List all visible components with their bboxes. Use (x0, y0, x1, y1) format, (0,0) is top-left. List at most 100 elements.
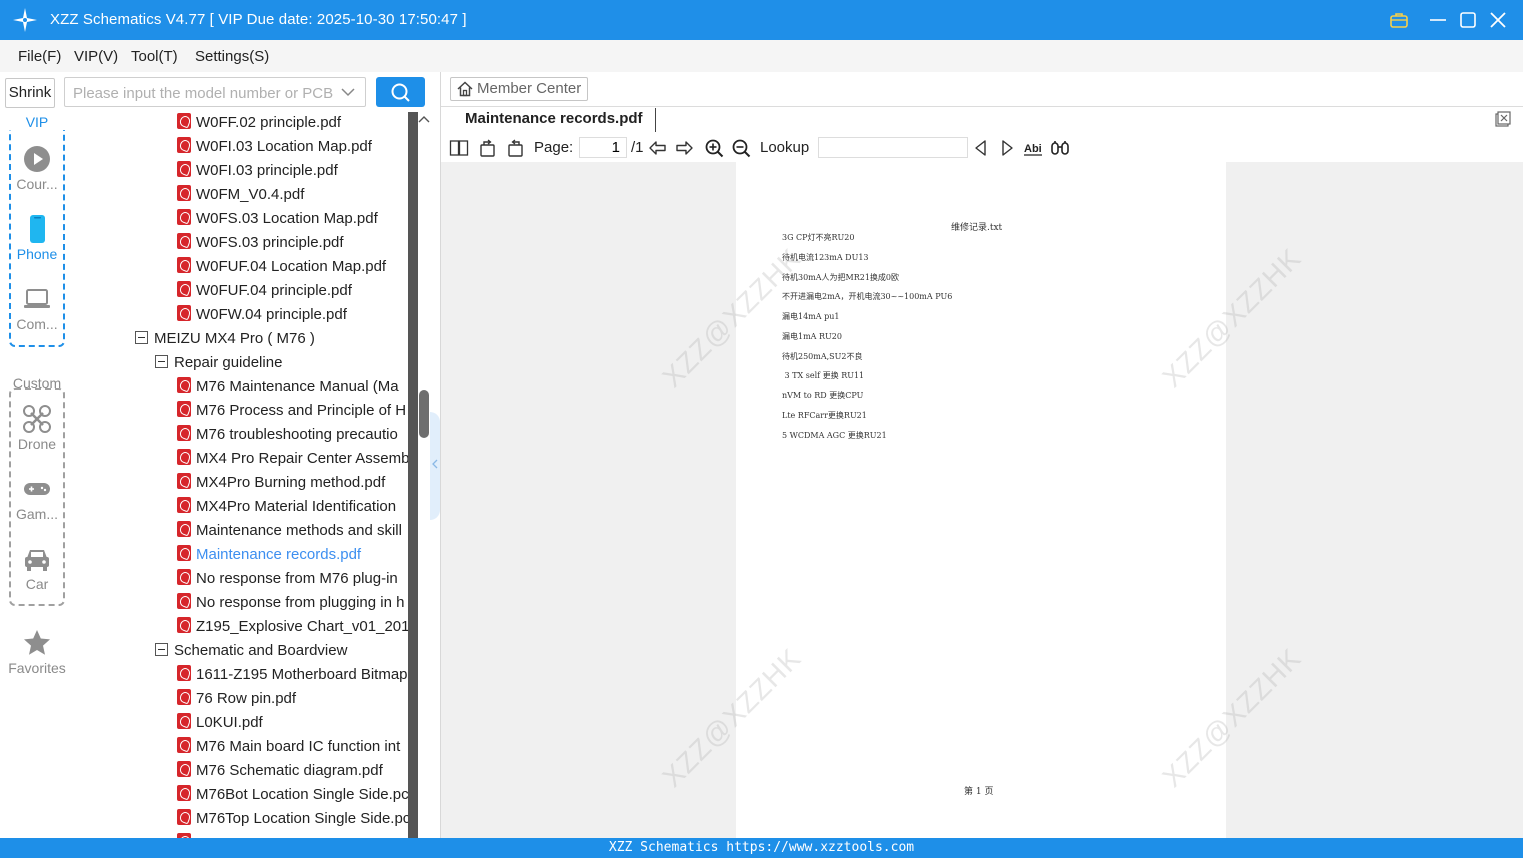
tree-file[interactable]: W0FW.04 principle.pdf (177, 304, 347, 328)
minimize-icon[interactable] (1427, 9, 1449, 31)
tree-file[interactable]: M76Bot Location Single Side.pc (177, 784, 408, 808)
rotate-right-icon[interactable] (505, 138, 525, 158)
tree-file[interactable]: W0FF.02 principle.pdf (177, 112, 341, 136)
menu-vip[interactable]: VIP(V) (74, 48, 118, 65)
status-bar: XZZ Schematics https://www.xzztools.com (0, 838, 1523, 858)
svg-text:Abi: Abi (1024, 143, 1042, 155)
tree-file[interactable]: No response from M76 plug-in (177, 568, 398, 592)
page-label: Page: (534, 139, 574, 156)
tree-file[interactable]: 1611-Z195 Motherboard Bitmap (177, 664, 408, 688)
next-page-icon[interactable] (674, 138, 694, 158)
sidebar-item-car[interactable]: Car (0, 544, 74, 592)
tree-file[interactable]: MX4Pro Burning method.pdf (177, 472, 385, 496)
sidebar-item-label: Drone (17, 436, 57, 452)
rotate-left-icon[interactable] (478, 138, 498, 158)
sidebar-item-games[interactable]: Gam... (0, 474, 74, 522)
binoculars-icon[interactable] (1050, 138, 1070, 158)
sidebar-item-drone[interactable]: Drone (0, 404, 74, 452)
menu-tool[interactable]: Tool(T) (131, 48, 178, 65)
doc-line: 不开进漏电2mA，开机电流30~~100mA PU6 (782, 292, 953, 301)
scroll-up-icon[interactable] (416, 112, 432, 128)
two-page-view-icon[interactable] (449, 138, 469, 158)
tab-maintenance-records[interactable]: Maintenance records.pdf (453, 108, 656, 132)
tree-file[interactable]: Maintenance methods and skill (177, 520, 402, 544)
tree-scroll-track[interactable] (408, 112, 418, 838)
pdf-page: 维修记录.txt 3G CP灯不亮RU20 待机电流123mA DU13 待机3… (736, 162, 1226, 838)
pdf-icon (177, 689, 191, 705)
tree-file[interactable]: W0FS.03 principle.pdf (177, 232, 344, 256)
doc-line: 漏电14mA pu1 (782, 312, 840, 321)
lookup-label: Lookup (760, 139, 810, 156)
chevron-down-icon[interactable] (341, 87, 355, 97)
match-case-icon[interactable]: Abi (1023, 138, 1043, 158)
sidebar-item-favorites[interactable]: Favorites (0, 628, 74, 676)
collapse-toggle-icon[interactable] (135, 331, 148, 344)
doc-line: 5 WCDMA AGC 更换RU21 (782, 431, 887, 440)
tree-file[interactable]: MX4 Pro Repair Center Assembl (177, 448, 408, 472)
close-window-icon[interactable] (1487, 9, 1509, 31)
member-center-button[interactable]: Member Center (450, 77, 588, 101)
close-document-icon[interactable] (1494, 110, 1512, 128)
zoom-out-icon[interactable] (731, 138, 751, 158)
tree-file[interactable]: No response from plugging in h (177, 592, 404, 616)
phone-icon (30, 215, 45, 243)
pdf-icon (177, 761, 191, 777)
pdf-icon (177, 137, 191, 153)
menu-settings[interactable]: Settings(S) (195, 48, 269, 65)
sidebar-item-label: Phone (16, 246, 58, 262)
tree-file[interactable]: 76 Row pin.pdf (177, 688, 296, 712)
tree-file[interactable]: M76 troubleshooting precautio (177, 424, 398, 448)
window-title: XZZ Schematics V4.77 [ VIP Due date: 202… (50, 11, 467, 28)
tree-file[interactable]: M76 Maintenance Manual (Ma (177, 376, 399, 400)
sidebar-item-phone[interactable]: Phone (0, 214, 74, 262)
pdf-icon (177, 185, 191, 201)
tree-file[interactable]: W0FI.03 Location Map.pdf (177, 136, 372, 160)
tree-file[interactable]: M76Top Location Single Side.pc (177, 808, 408, 832)
page-number-input[interactable] (579, 137, 627, 158)
model-search-combobox[interactable] (64, 77, 366, 107)
tree-node-folder[interactable]: Repair guideline (155, 352, 282, 376)
search-button[interactable] (376, 77, 425, 107)
pdf-icon (177, 305, 191, 321)
zoom-in-icon[interactable] (704, 138, 724, 158)
search-input[interactable] (73, 83, 333, 103)
tree-file[interactable]: L0KUI.pdf (177, 712, 263, 736)
find-next-icon[interactable] (997, 138, 1017, 158)
sidebar-item-courses[interactable]: Cour... (0, 144, 74, 192)
tree-scroll-thumb[interactable] (419, 390, 429, 438)
tree-file[interactable]: MX4Pro Material Identification (177, 496, 396, 520)
sidebar-item-computer[interactable]: Com... (0, 284, 74, 332)
sidebar-item-label: Com... (16, 316, 58, 332)
tree-file[interactable]: W0FUF.04 principle.pdf (177, 280, 352, 304)
lookup-input[interactable] (818, 137, 968, 158)
pdf-icon (177, 569, 191, 585)
tree-file[interactable]: W0FS.03 Location Map.pdf (177, 208, 378, 232)
find-previous-icon[interactable] (971, 138, 991, 158)
tree-file[interactable]: M76 Schematic diagram.pdf (177, 760, 383, 784)
doc-page-footer: 第 1 页 (964, 787, 994, 797)
previous-page-icon[interactable] (648, 138, 668, 158)
tree-file[interactable]: W0FUF.04 Location Map.pdf (177, 256, 386, 280)
pdf-viewport[interactable]: 维修记录.txt 3G CP灯不亮RU20 待机电流123mA DU13 待机3… (441, 162, 1523, 838)
tree-node-folder[interactable]: Schematic and Boardview (155, 640, 347, 664)
tree-file[interactable]: W0FI.03 principle.pdf (177, 160, 338, 184)
shrink-button[interactable]: Shrink (5, 78, 55, 108)
sidebar-item-label: Gam... (15, 506, 58, 522)
pdf-icon (177, 161, 191, 177)
pdf-icon (177, 233, 191, 249)
collapse-toggle-icon[interactable] (155, 643, 168, 656)
tree-node-model[interactable]: MEIZU MX4 Pro ( M76 ) (135, 328, 315, 352)
vip-bag-icon[interactable] (1388, 9, 1410, 31)
pdf-icon (177, 209, 191, 225)
maximize-icon[interactable] (1457, 9, 1479, 31)
collapse-toggle-icon[interactable] (155, 355, 168, 368)
panel-splitter-handle[interactable] (430, 412, 440, 520)
car-icon (25, 550, 49, 571)
menu-file[interactable]: File(F) (18, 48, 61, 65)
tree-file[interactable]: M76 Process and Principle of H (177, 400, 406, 424)
tree-file[interactable]: M76 Main board IC function int (177, 736, 400, 760)
tree-file[interactable]: W0FM_V0.4.pdf (177, 184, 304, 208)
doc-line: 3G CP灯不亮RU20 (782, 233, 855, 242)
tree-file[interactable]: Z195_Explosive Chart_v01_2016( (177, 616, 408, 640)
tree-file-active[interactable]: Maintenance records.pdf (177, 544, 361, 568)
